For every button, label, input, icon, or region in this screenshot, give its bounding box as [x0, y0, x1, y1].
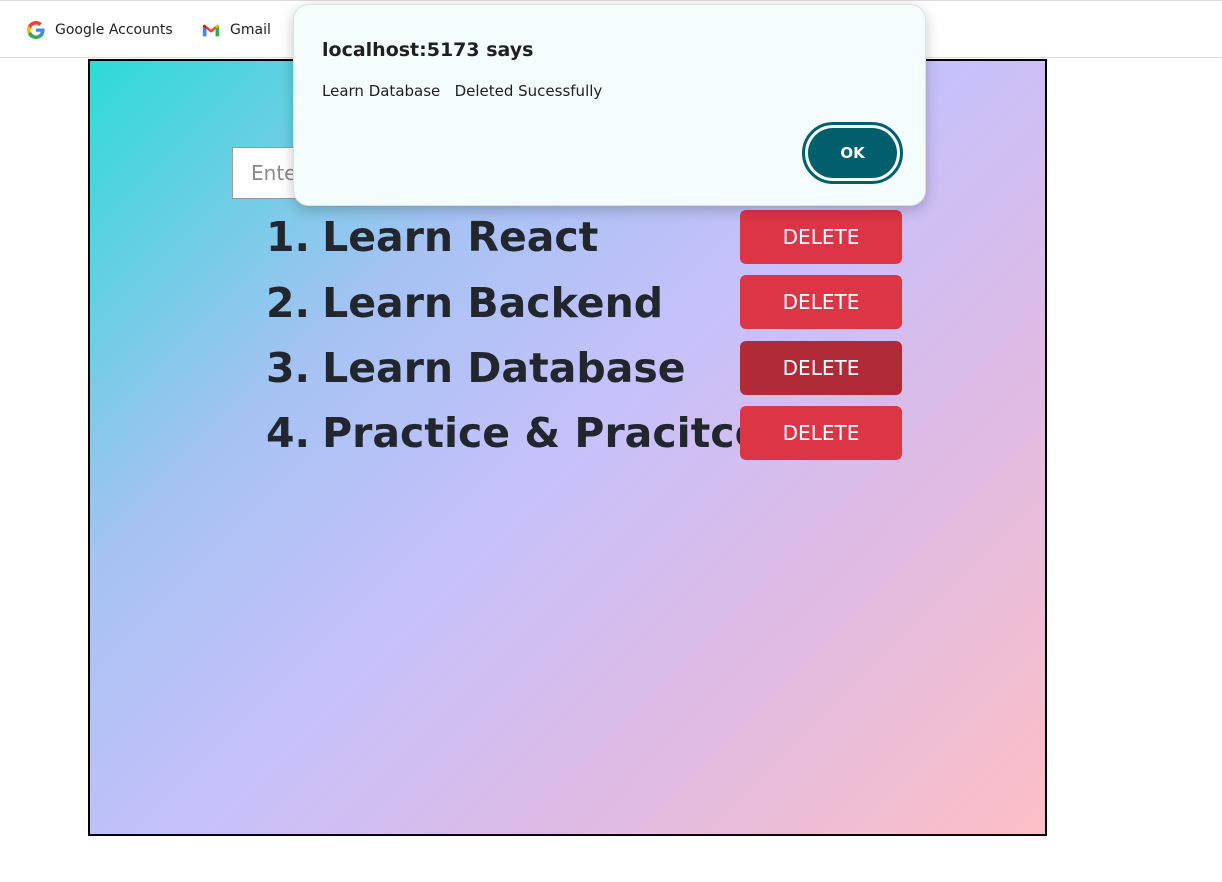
delete-button[interactable]: DELETE [740, 406, 902, 460]
task-item: 1. Learn React [266, 209, 598, 265]
task-text: Learn React [322, 213, 599, 261]
task-index: 1. [266, 213, 311, 261]
task-item: 3. Learn Database [266, 340, 686, 396]
task-text: Learn Database [322, 344, 686, 392]
dialog-title: localhost:5173 says [322, 39, 534, 61]
bookmark-google-accounts[interactable]: Google Accounts [27, 19, 173, 41]
task-text: Practice & Pracitce [322, 409, 763, 457]
gmail-icon [202, 21, 220, 39]
alert-dialog: localhost:5173 says Learn Database Delet… [293, 4, 926, 206]
task-index: 4. [266, 409, 311, 457]
google-g-icon [27, 21, 45, 39]
task-index: 2. [266, 279, 311, 327]
dialog-message: Learn Database Deleted Sucessfully [322, 82, 603, 100]
bookmark-label: Google Accounts [55, 22, 173, 38]
ok-button-focus-ring: OK [802, 122, 903, 184]
bookmark-label: Gmail [230, 22, 271, 38]
task-index: 3. [266, 344, 311, 392]
bookmark-gmail[interactable]: Gmail [202, 19, 271, 41]
task-item: 2. Learn Backend [266, 275, 663, 331]
task-text: Learn Backend [322, 279, 664, 327]
task-item: 4. Practice & Pracitce [266, 405, 762, 461]
delete-button[interactable]: DELETE [740, 341, 902, 395]
delete-button[interactable]: DELETE [740, 210, 902, 264]
ok-button[interactable]: OK [808, 128, 897, 178]
delete-button[interactable]: DELETE [740, 275, 902, 329]
